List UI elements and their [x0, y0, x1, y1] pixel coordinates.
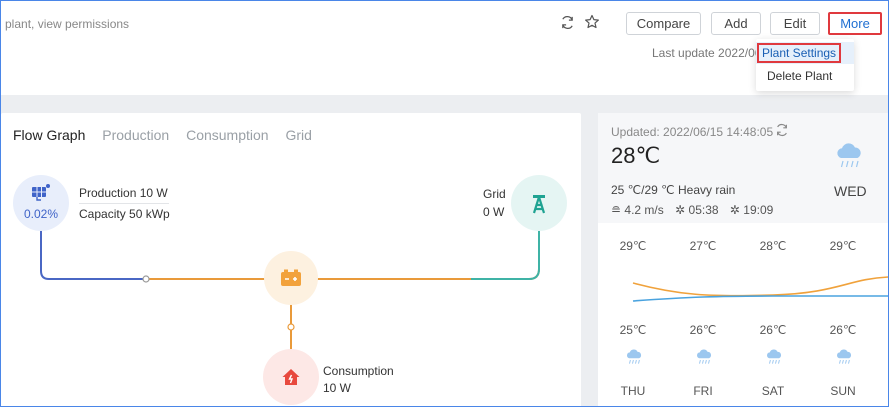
forecast-day: THU	[620, 384, 646, 398]
star-icon[interactable]	[583, 13, 601, 31]
forecast-low: 26℃	[689, 323, 717, 337]
edit-button[interactable]: Edit	[770, 12, 820, 35]
compare-button[interactable]: Compare	[626, 12, 701, 35]
temperature-curve	[632, 276, 888, 302]
forecast-low: 26℃	[829, 323, 857, 337]
refresh-icon[interactable]	[558, 13, 576, 31]
last-update-text: Last update 2022/06	[652, 46, 756, 60]
forecast-low: 26℃	[759, 323, 787, 337]
weather-wind-row: ≘ 4.2 m/s ✲ 05:38 ✲ 19:09	[611, 203, 773, 217]
battery-icon	[281, 269, 301, 286]
consumption-junction-dot	[287, 323, 295, 331]
menu-item-label: Plant Settings	[757, 43, 842, 63]
wind-icon: ≘	[611, 203, 622, 217]
consumption-value: 10 W	[323, 381, 352, 395]
weather-range-desc: 25 ℃/29 ℃ Heavy rain	[611, 183, 736, 197]
production-percent: 0.02%	[23, 207, 59, 221]
page-header: plant, view permissions Compare Add Edit…	[1, 1, 888, 95]
grid-value: 0 W	[483, 205, 505, 219]
production-line	[40, 229, 146, 280]
consumption-node[interactable]	[263, 349, 319, 405]
forecast-low: 25℃	[619, 323, 647, 337]
sunrise-time: 05:38	[688, 203, 719, 217]
forecast-high: 28℃	[759, 239, 787, 253]
forecast-day: SUN	[830, 384, 856, 398]
production-label: Production 10 W	[79, 186, 168, 200]
current-temperature: 28℃	[611, 143, 661, 168]
forecast-high: 29℃	[829, 239, 857, 253]
grid-label: Grid	[483, 187, 506, 201]
sunset-time: 19:09	[743, 203, 774, 217]
high-temp-line	[632, 276, 888, 297]
menu-item-delete-plant[interactable]: Delete Plant	[756, 65, 854, 87]
more-dropdown-menu: Plant Settings Delete Plant	[756, 39, 854, 91]
rain-icon	[697, 349, 712, 364]
weather-today: WED	[834, 183, 867, 199]
production-divider	[79, 203, 169, 204]
weather-card: Updated: 2022/06/15 14:48:05 28℃ 25 ℃/29…	[598, 113, 888, 406]
grid-line	[314, 229, 540, 280]
grid-node[interactable]	[511, 175, 567, 231]
production-junction-dot	[142, 275, 150, 283]
page-subtitle: plant, view permissions	[5, 17, 130, 31]
low-temp-line	[632, 295, 888, 302]
solar-panel-icon	[32, 184, 50, 201]
rain-icon	[627, 349, 642, 364]
sunrise-icon: ✲	[675, 203, 686, 217]
rain-icon	[837, 349, 852, 364]
menu-item-plant-settings[interactable]: Plant Settings	[756, 42, 854, 64]
production-node[interactable]: 0.02%	[13, 175, 69, 231]
more-button[interactable]: More	[828, 12, 882, 35]
wind-speed: 4.2 m/s	[624, 203, 664, 217]
weather-updated-text: Updated: 2022/06/15 14:48:05	[611, 125, 774, 139]
grid-line-end	[471, 229, 540, 280]
app-frame: plant, view permissions Compare Add Edit…	[0, 0, 889, 407]
flow-graph-card: Flow Graph Production Consumption Grid 0…	[1, 113, 581, 406]
power-tower-icon	[532, 195, 546, 214]
weather-refresh-icon[interactable]	[775, 123, 789, 142]
forecast-high: 27℃	[689, 239, 717, 253]
capacity-label: Capacity 50 kWp	[79, 207, 170, 221]
home-icon	[282, 369, 300, 385]
rain-icon	[767, 349, 782, 364]
heavy-rain-icon	[837, 143, 861, 168]
forecast-day: SAT	[761, 384, 785, 398]
forecast-day: FRI	[693, 384, 713, 398]
inverter-node[interactable]	[264, 251, 318, 305]
sunset-icon: ✲	[729, 203, 740, 217]
add-button[interactable]: Add	[711, 12, 761, 35]
forecast-high: 29℃	[619, 239, 647, 253]
consumption-label: Consumption	[323, 364, 394, 378]
